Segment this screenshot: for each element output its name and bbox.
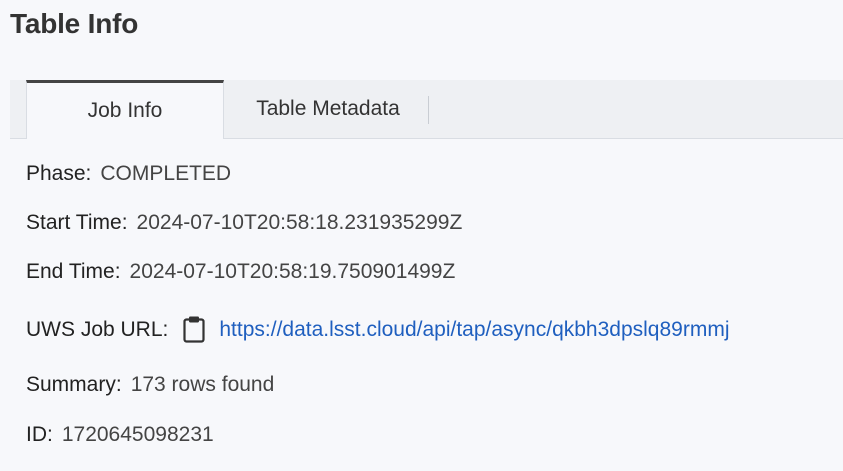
uws-job-url-link[interactable]: https://data.lsst.cloud/api/tap/async/qk… [219,319,729,340]
start-time-value: 2024-07-10T20:58:18.231935299Z [136,211,463,234]
page-title: Table Info [10,8,139,39]
start-time-label: Start Time: [26,211,128,234]
end-time-row: End Time: 2024-07-10T20:58:19.750901499Z [26,261,455,282]
tab-divider [428,96,429,124]
summary-label: Summary: [26,373,122,396]
tab-bar: Job Info Table Metadata [10,80,843,139]
summary-value: 173 rows found [130,373,275,396]
phase-value: COMPLETED [100,162,232,185]
uws-job-url-row: UWS Job URL: https://data.lsst.cloud/api… [26,315,730,343]
id-value: 1720645098231 [61,423,214,446]
end-time-label: End Time: [26,260,121,283]
id-row: ID: 1720645098231 [26,424,214,445]
summary-row: Summary: 173 rows found [26,374,274,395]
id-label: ID: [26,423,53,446]
start-time-row: Start Time: 2024-07-10T20:58:18.23193529… [26,212,462,233]
uws-job-url-label: UWS Job URL: [26,317,169,341]
end-time-value: 2024-07-10T20:58:19.750901499Z [129,260,456,283]
tab-table-metadata[interactable]: Table Metadata [228,80,428,138]
phase-label: Phase: [26,162,92,185]
clipboard-icon[interactable] [181,315,207,343]
phase-row: Phase: COMPLETED [26,163,231,184]
tab-job-info[interactable]: Job Info [26,80,224,139]
